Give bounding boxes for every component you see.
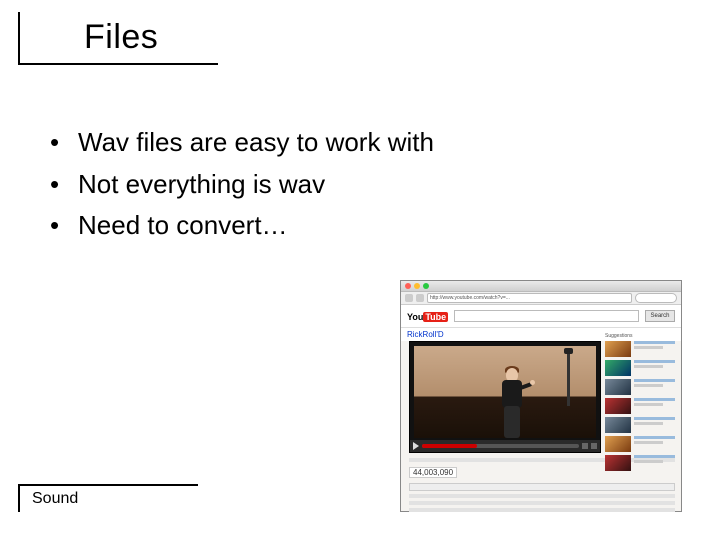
- body-area: Wav files are easy to work with Not ever…: [50, 120, 680, 249]
- progress-bar: [422, 444, 579, 448]
- browser-toolbar: http://www.youtube.com/watch?v=...: [401, 292, 681, 305]
- suggested-item: [605, 417, 675, 433]
- traffic-light-min-icon: [414, 283, 420, 289]
- bullet-item: Wav files are easy to work with: [50, 124, 680, 162]
- thumbnail-icon: [605, 398, 631, 414]
- suggested-heading: Suggestions: [605, 333, 675, 339]
- suggested-sidebar: Suggestions: [605, 333, 675, 474]
- microphone-icon: [567, 352, 570, 406]
- player-controls: [410, 440, 600, 452]
- volume-icon: [582, 443, 588, 449]
- fullscreen-icon: [591, 443, 597, 449]
- suggested-item: [605, 360, 675, 376]
- rating-bar: [409, 483, 675, 491]
- slide-title: Files: [84, 18, 158, 56]
- suggested-item: [605, 436, 675, 452]
- logo-text-tube: Tube: [423, 312, 448, 322]
- search-button: Search: [645, 310, 675, 322]
- traffic-light-close-icon: [405, 283, 411, 289]
- window-titlebar: [401, 281, 681, 292]
- bullet-list: Wav files are easy to work with Not ever…: [50, 124, 680, 245]
- meta-line: [409, 508, 675, 512]
- youtube-logo-icon: YouTube: [407, 307, 448, 325]
- play-icon: [413, 442, 419, 450]
- suggested-item: [605, 341, 675, 357]
- thumbnail-icon: [605, 455, 631, 471]
- site-search-input: [454, 310, 639, 322]
- bullet-item: Not everything is wav: [50, 166, 680, 204]
- view-count: 44,003,090: [409, 467, 457, 478]
- title-container: Files: [18, 12, 218, 65]
- meta-line: [409, 494, 675, 498]
- slide: Files Wav files are easy to work with No…: [0, 0, 720, 540]
- thumbnail-icon: [605, 436, 631, 452]
- footer-text: Sound: [32, 490, 78, 507]
- performer-figure: [498, 368, 526, 438]
- title-rule: Files: [18, 12, 218, 65]
- video-frame: [414, 346, 596, 438]
- site-header: YouTube Search: [401, 305, 681, 328]
- forward-icon: [416, 294, 424, 302]
- video-player: [409, 341, 601, 453]
- back-icon: [405, 294, 413, 302]
- meta-line: [409, 501, 675, 505]
- thumbnail-icon: [605, 360, 631, 376]
- thumbnail-icon: [605, 379, 631, 395]
- address-bar: http://www.youtube.com/watch?v=...: [427, 293, 632, 303]
- suggested-item: [605, 398, 675, 414]
- suggested-item: [605, 379, 675, 395]
- browser-search-field: [635, 293, 677, 303]
- thumbnail-icon: [605, 417, 631, 433]
- suggested-item: [605, 455, 675, 471]
- footer-container: Sound: [18, 484, 198, 512]
- traffic-light-max-icon: [423, 283, 429, 289]
- embedded-screenshot: http://www.youtube.com/watch?v=... YouTu…: [400, 280, 682, 512]
- footer-rule: Sound: [18, 484, 198, 512]
- thumbnail-icon: [605, 341, 631, 357]
- bullet-item: Need to convert…: [50, 207, 680, 245]
- logo-text-you: You: [407, 312, 423, 322]
